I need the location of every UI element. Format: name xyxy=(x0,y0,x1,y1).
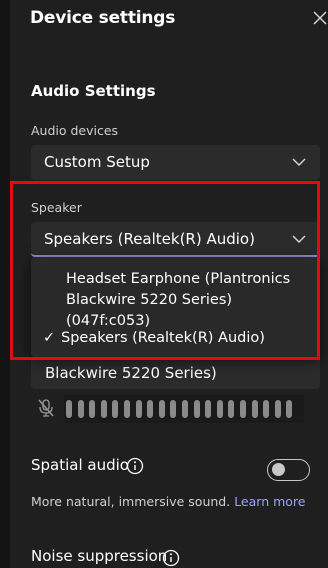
speaker-label: Speaker xyxy=(31,200,82,215)
left-edge xyxy=(0,0,10,568)
mic-level-segment xyxy=(77,400,84,418)
mic-level-segment xyxy=(228,400,235,418)
mic-level-segment xyxy=(286,400,293,418)
speaker-value: Speakers (Realtek(R) Audio) xyxy=(44,230,255,248)
close-icon[interactable] xyxy=(309,6,328,30)
mic-level-segment xyxy=(205,400,212,418)
mic-level-segment xyxy=(147,400,154,418)
audio-devices-label: Audio devices xyxy=(31,123,119,138)
microphone-dropdown[interactable]: Blackwire 5220 Series) xyxy=(31,359,320,389)
noise-suppression-label: Noise suppression xyxy=(31,547,168,565)
mic-level-segment xyxy=(263,400,270,418)
mic-level-segment xyxy=(274,400,281,418)
learn-more-link[interactable]: Learn more xyxy=(234,494,305,509)
mic-level-segment xyxy=(193,400,200,418)
speaker-option-realtek[interactable]: ✓ Speakers (Realtek(R) Audio) xyxy=(43,328,265,349)
page-title: Device settings xyxy=(30,8,176,28)
mic-level-row xyxy=(31,395,320,423)
speaker-option-headset[interactable]: Headset Earphone (Plantronics Blackwire … xyxy=(66,269,316,332)
audio-devices-value: Custom Setup xyxy=(44,153,150,171)
spatial-audio-description: More natural, immersive sound. Learn mor… xyxy=(31,494,306,509)
chevron-down-icon xyxy=(292,235,306,243)
mic-level-segment xyxy=(170,400,177,418)
mic-level-segment xyxy=(182,400,188,418)
audio-devices-dropdown[interactable]: Custom Setup xyxy=(31,145,320,180)
mic-muted-icon[interactable] xyxy=(37,398,55,418)
mic-level-segment xyxy=(112,400,119,418)
info-icon[interactable] xyxy=(162,549,180,567)
microphone-value: Blackwire 5220 Series) xyxy=(45,364,217,382)
mic-level-segment xyxy=(251,400,258,418)
mic-level-segment xyxy=(100,400,107,418)
spatial-audio-toggle[interactable] xyxy=(267,459,310,481)
mic-level-segment xyxy=(135,400,142,418)
info-icon[interactable] xyxy=(126,457,144,475)
speaker-option-realtek-label: Speakers (Realtek(R) Audio) xyxy=(61,330,265,346)
mic-level-segment xyxy=(158,400,165,418)
speaker-options-menu: Headset Earphone (Plantronics Blackwire … xyxy=(31,257,320,357)
audio-settings-heading: Audio Settings xyxy=(31,82,156,100)
mic-level-segment xyxy=(66,400,72,418)
toggle-knob xyxy=(272,463,285,476)
spatial-audio-label: Spatial audio xyxy=(31,456,129,474)
mic-level-segment xyxy=(89,400,96,418)
mic-level-segment xyxy=(216,400,223,418)
mic-level-meter xyxy=(64,395,304,423)
chevron-down-icon xyxy=(292,158,306,166)
mic-level-segment xyxy=(240,400,246,418)
speaker-dropdown[interactable]: Speakers (Realtek(R) Audio) xyxy=(31,222,320,257)
check-icon: ✓ xyxy=(43,330,56,346)
mic-level-segment xyxy=(124,400,130,418)
